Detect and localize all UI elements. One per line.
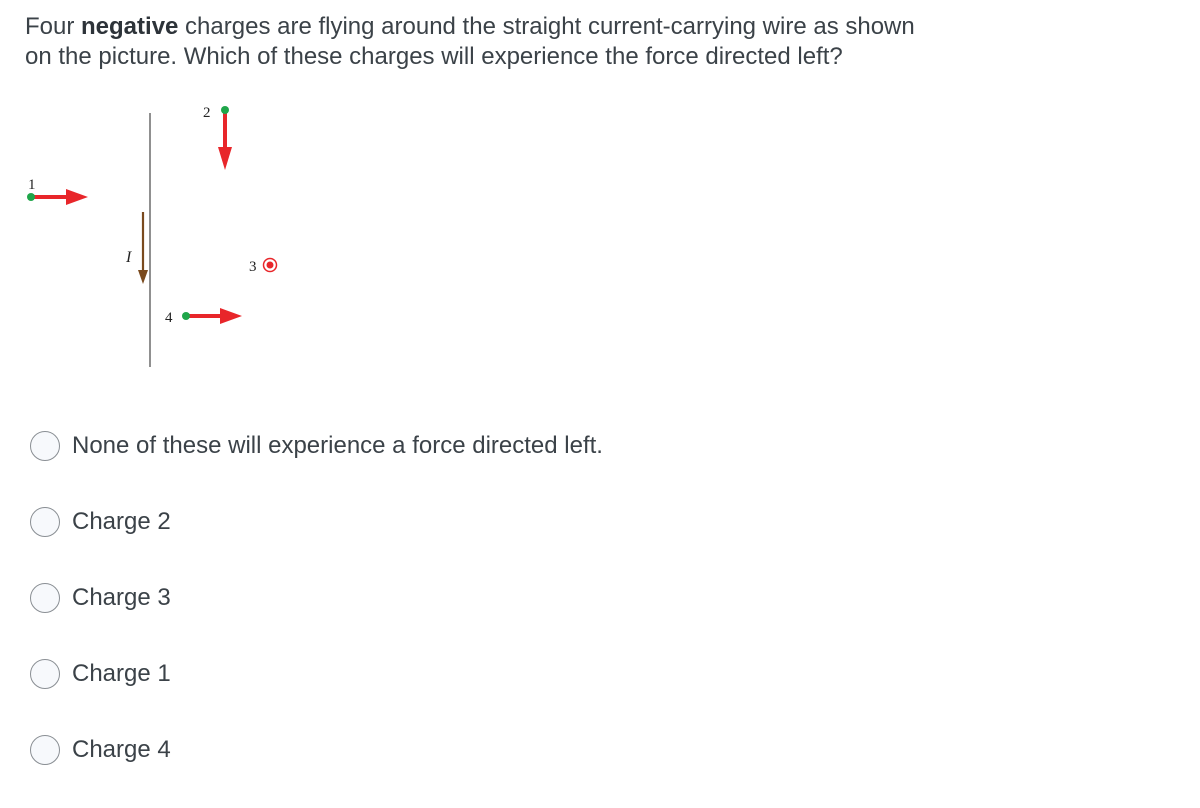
charge-4-dot bbox=[182, 312, 190, 320]
radio-button[interactable] bbox=[30, 431, 60, 461]
charge-3-label: 3 bbox=[249, 259, 257, 275]
charge-4-arrowhead bbox=[220, 308, 242, 324]
question-line2: on the picture. Which of these charges w… bbox=[25, 43, 843, 70]
radio-button[interactable] bbox=[30, 659, 60, 689]
option-charge-4[interactable]: Charge 4 bbox=[30, 732, 603, 768]
charge-2-label: 2 bbox=[203, 105, 211, 121]
option-label: Charge 1 bbox=[72, 660, 171, 687]
question-line1-rest: charges are flying around the straight c… bbox=[178, 13, 915, 40]
current-arrowhead bbox=[138, 270, 148, 284]
question-emphasis: negative bbox=[81, 13, 179, 40]
question-prefix: Four bbox=[25, 13, 82, 40]
radio-button[interactable] bbox=[30, 735, 60, 765]
option-label: Charge 4 bbox=[72, 736, 171, 763]
charge-1-arrowhead bbox=[66, 189, 88, 205]
wire-charges-figure: I 1 2 3 4 bbox=[0, 90, 320, 380]
option-label: None of these will experience a force di… bbox=[72, 432, 603, 459]
radio-button[interactable] bbox=[30, 583, 60, 613]
charge-2-dot bbox=[221, 106, 229, 114]
answer-options: None of these will experience a force di… bbox=[30, 428, 603, 808]
current-label: I bbox=[125, 249, 132, 266]
charge-2-arrowhead bbox=[218, 147, 232, 170]
charge-3-out-of-page-dot bbox=[266, 261, 274, 269]
figure-svg: I 1 2 3 4 bbox=[27, 105, 278, 367]
option-label: Charge 3 bbox=[72, 584, 171, 611]
charge-4-label: 4 bbox=[165, 310, 173, 326]
option-none[interactable]: None of these will experience a force di… bbox=[30, 428, 603, 464]
option-label: Charge 2 bbox=[72, 508, 171, 535]
option-charge-3[interactable]: Charge 3 bbox=[30, 580, 603, 616]
charge-1-dot bbox=[27, 193, 35, 201]
option-charge-1[interactable]: Charge 1 bbox=[30, 656, 603, 692]
option-charge-2[interactable]: Charge 2 bbox=[30, 504, 603, 540]
charge-1-label: 1 bbox=[28, 177, 36, 193]
question-text: Four negative charges are flying around … bbox=[25, 12, 1025, 72]
radio-button[interactable] bbox=[30, 507, 60, 537]
